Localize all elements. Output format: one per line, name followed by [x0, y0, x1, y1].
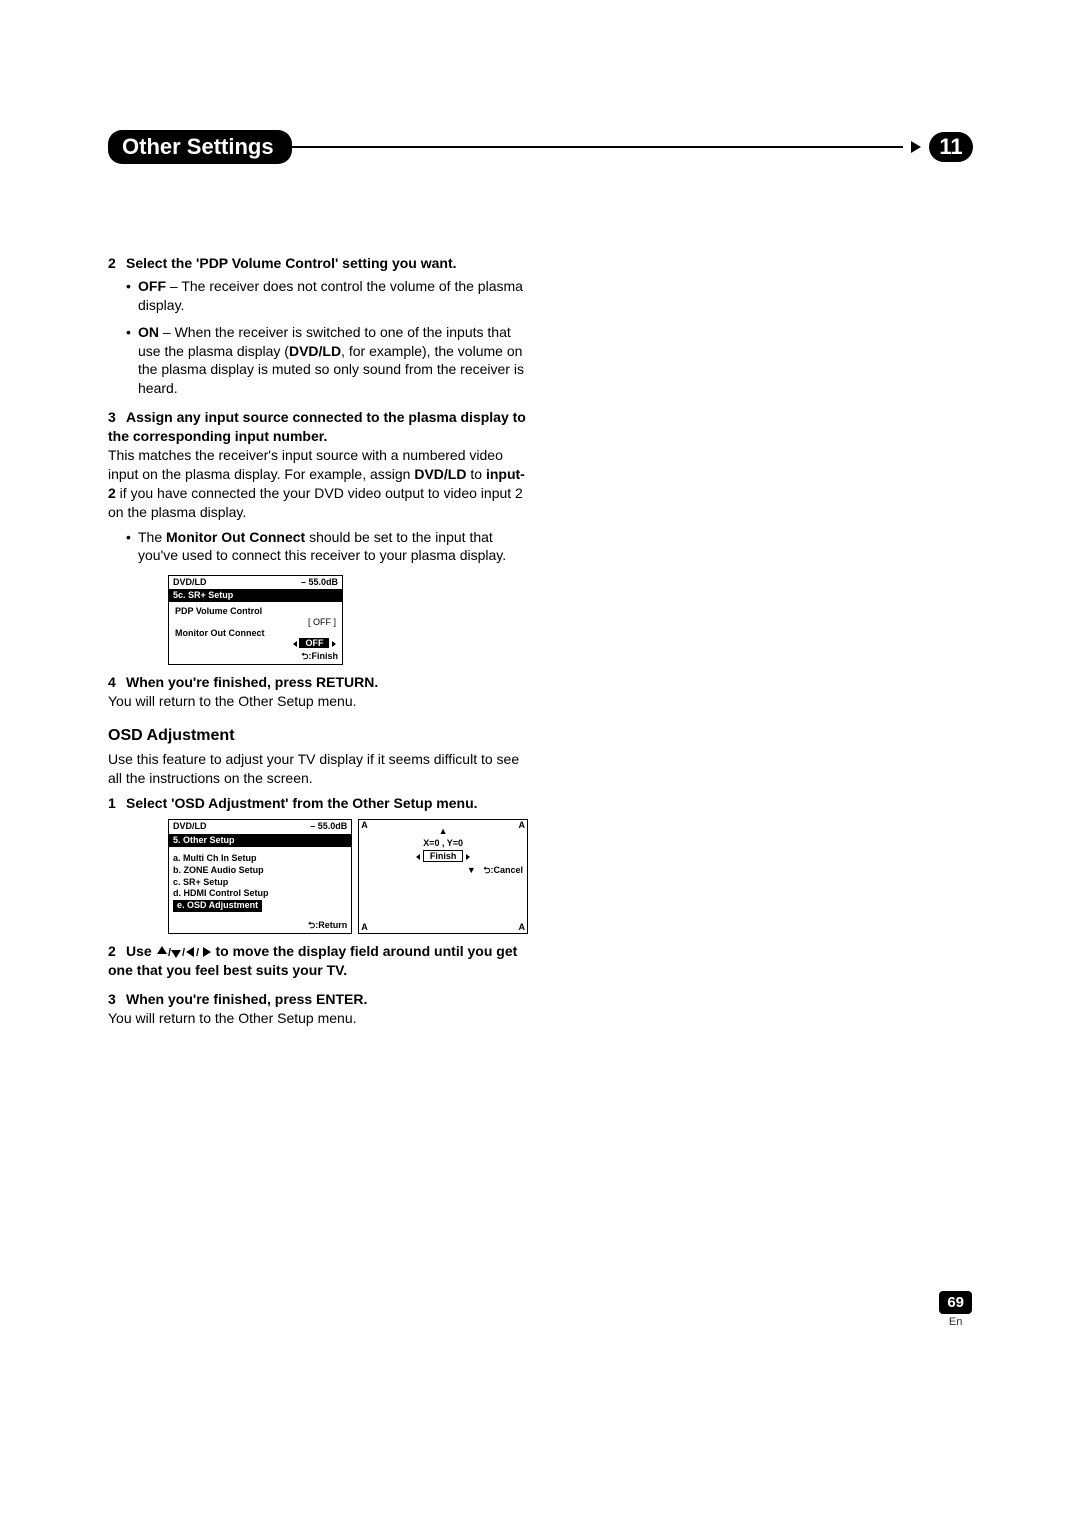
s3-body3: if you have connected the your DVD video… — [108, 485, 523, 520]
osd1-db: – 55.0dB — [301, 577, 338, 588]
osdl-footer: ⮌:Return — [169, 918, 351, 934]
step-3-heading: 3Assign any input source connected to th… — [108, 408, 528, 446]
osd1-l2: Monitor Out Connect — [175, 628, 336, 639]
right-arrow-icon — [332, 641, 336, 647]
osd-adjustment-intro: Use this feature to adjust your TV displ… — [108, 750, 528, 788]
page-footer: 69 En — [939, 1291, 972, 1328]
osd1-footer: ⮌:Finish — [169, 649, 342, 664]
osd1-v2-wrap: OFF — [175, 638, 336, 649]
osd-step-3-heading: 3When you're finished, press ENTER. — [108, 990, 528, 1009]
svg-text:/: / — [196, 947, 199, 958]
step-3-bullet: The Monitor Out Connect should be set to… — [126, 528, 528, 566]
osdl-a: a. Multi Ch In Setup — [173, 853, 347, 865]
osd1-src: DVD/LD — [173, 577, 207, 588]
osdl-items: a. Multi Ch In Setup b. ZONE Audio Setup… — [169, 847, 351, 917]
step-4-heading: 4When you're finished, press RETURN. — [108, 673, 528, 692]
osdl-title-row: DVD/LD – 55.0dB — [169, 820, 351, 834]
osd-screenshot-pair: DVD/LD – 55.0dB 5. Other Setup a. Multi … — [168, 819, 528, 935]
step-2-head-text: Select the 'PDP Volume Control' setting … — [126, 255, 457, 271]
osd1-v2: OFF — [299, 638, 329, 648]
svg-text:/: / — [168, 947, 171, 958]
osdr-coord: X=0 , Y=0 — [359, 838, 527, 850]
o3-head: When you're finished, press ENTER. — [126, 991, 367, 1007]
osd-step-2-heading: 2Use / / / to move the display field aro… — [108, 942, 528, 980]
option-on: ON – When the receiver is switched to on… — [126, 323, 528, 399]
corner-A-tl: A — [361, 820, 368, 832]
osd1-l1: PDP Volume Control — [175, 606, 336, 617]
chapter-header: Other Settings 11 — [108, 130, 973, 164]
osdl-e: e. OSD Adjustment — [173, 900, 262, 912]
s3-bbold: Monitor Out Connect — [166, 529, 305, 545]
corner-A-br: A — [519, 922, 526, 934]
right-arrow-icon — [466, 854, 470, 860]
osd-adjustment-title: OSD Adjustment — [108, 725, 528, 747]
left-arrow-icon — [293, 641, 297, 647]
o3-body: You will return to the Other Setup menu. — [108, 1009, 528, 1028]
chapter-number-badge: 11 — [929, 132, 973, 162]
corner-A-tr: A — [519, 820, 526, 832]
osdl-src: DVD/LD — [173, 821, 207, 833]
option-on-label: ON — [138, 324, 159, 340]
osd1-v1: [ OFF ] — [175, 617, 336, 628]
return-icon: ⮌ — [301, 651, 308, 661]
option-off-text: – The receiver does not control the volu… — [138, 278, 523, 313]
osdl-menu-row: 5. Other Setup — [169, 834, 351, 848]
monitor-out-note: The Monitor Out Connect should be set to… — [126, 528, 528, 566]
osdl-c: c. SR+ Setup — [173, 877, 347, 889]
left-arrow-icon — [416, 854, 420, 860]
osdr-finish-row: Finish — [359, 851, 527, 863]
page-content: Other Settings 11 2Select the 'PDP Volum… — [108, 130, 973, 1034]
dpad-arrows-icon: / / / — [156, 943, 216, 959]
osd-step-1-text: Select 'OSD Adjustment' from the Other S… — [126, 795, 478, 811]
osd1-body: PDP Volume Control [ OFF ] Monitor Out C… — [169, 602, 342, 649]
step-2-heading: 2Select the 'PDP Volume Control' setting… — [108, 254, 528, 273]
header-arrow-icon — [911, 141, 921, 153]
osdl-db: – 55.0dB — [310, 821, 347, 833]
osdr-bottom-row: ▼ ⮌:Cancel — [359, 865, 527, 879]
step-3-head-text: Assign any input source connected to the… — [108, 409, 526, 444]
page-number-badge: 69 — [939, 1291, 972, 1314]
osd1-menu-row: 5c. SR+ Setup — [169, 589, 342, 602]
o2-pre: Use — [126, 943, 156, 959]
osdl-menu: 5. Other Setup — [173, 835, 235, 847]
header-rule — [286, 146, 903, 148]
osdl-b: b. ZONE Audio Setup — [173, 865, 347, 877]
chapter-title: Other Settings — [108, 130, 292, 164]
s3-bpre: The — [138, 529, 166, 545]
option-on-bold: DVD/LD — [289, 343, 341, 359]
svg-text:/: / — [182, 947, 185, 958]
osd1-title-row: DVD/LD – 55.0dB — [169, 576, 342, 589]
option-off-label: OFF — [138, 278, 166, 294]
osd-step-1-heading: 1Select 'OSD Adjustment' from the Other … — [108, 794, 528, 813]
osdl-d: d. HDMI Control Setup — [173, 888, 347, 900]
osdr-finish: Finish — [423, 850, 464, 862]
osd1-finish: :Finish — [309, 651, 339, 661]
step-4-body: You will return to the Other Setup menu. — [108, 692, 528, 711]
s3-bold1: DVD/LD — [414, 466, 466, 482]
corner-A-bl: A — [361, 922, 368, 934]
s3-body2: to — [466, 466, 485, 482]
body-column: 2Select the 'PDP Volume Control' setting… — [108, 254, 528, 1028]
osd-screenshot-sr-setup: DVD/LD – 55.0dB 5c. SR+ Setup PDP Volume… — [168, 575, 343, 665]
step-3-body: This matches the receiver's input source… — [108, 446, 528, 522]
osd1-menu: 5c. SR+ Setup — [173, 590, 233, 601]
osdl-ret: :Return — [315, 920, 347, 930]
osdr-up-arrow-icon: ▲ — [359, 820, 527, 838]
option-off: OFF – The receiver does not control the … — [126, 277, 528, 315]
page-language: En — [939, 1316, 972, 1328]
osdr-cancel: :Cancel — [490, 865, 523, 875]
osd-adjustment-preview: A A A A ▲ X=0 , Y=0 Finish ▼ ⮌:Cancel — [358, 819, 528, 935]
osdr-down-arrow-icon: ▼ — [467, 865, 476, 875]
osd-other-setup-menu: DVD/LD – 55.0dB 5. Other Setup a. Multi … — [168, 819, 352, 935]
step-4-head-text: When you're finished, press RETURN. — [126, 674, 378, 690]
step-2-options: OFF – The receiver does not control the … — [126, 277, 528, 398]
